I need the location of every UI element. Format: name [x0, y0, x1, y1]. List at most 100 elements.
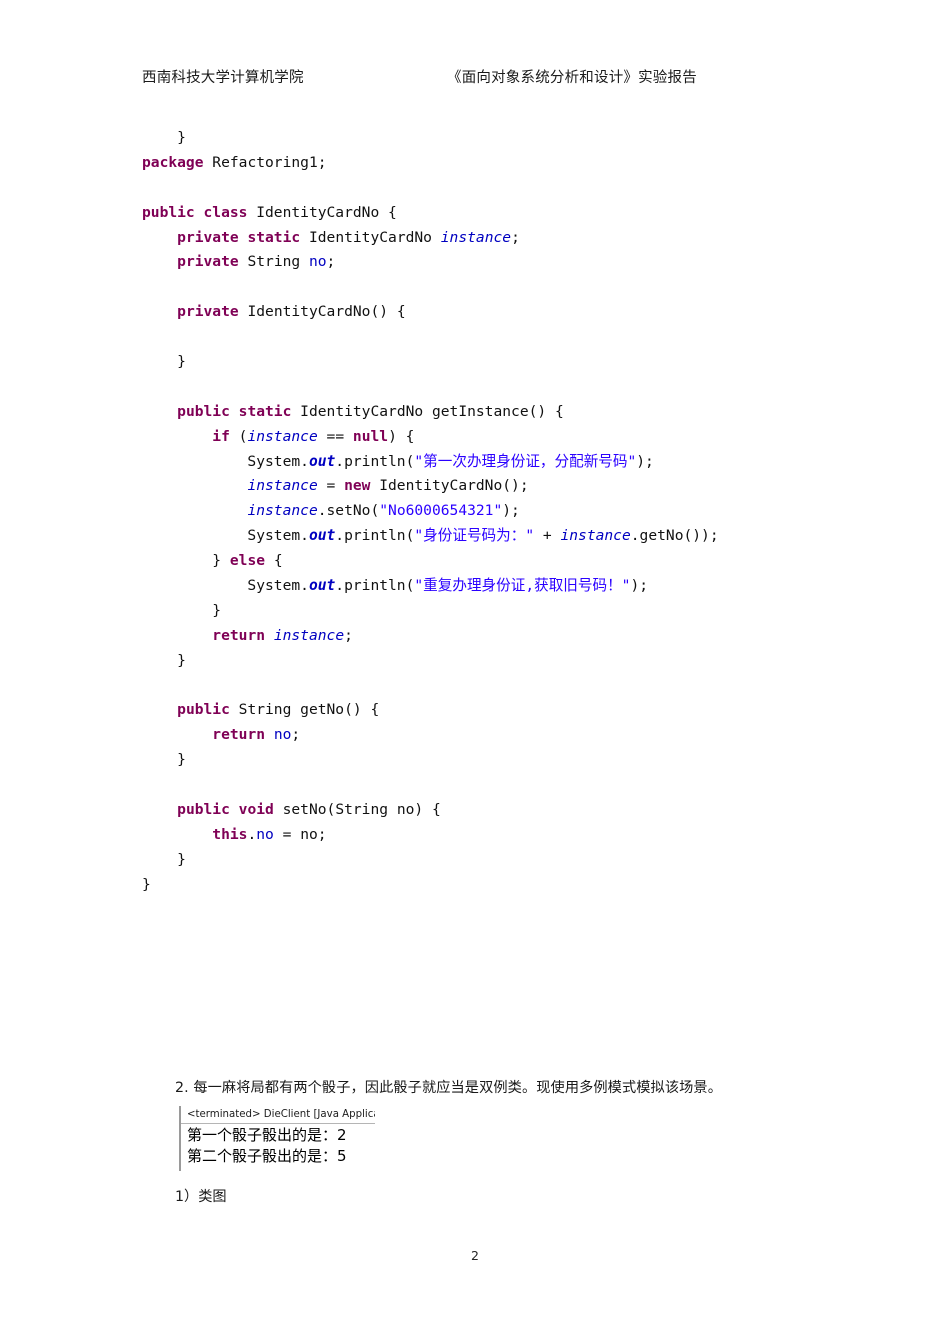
code-line: private static IdentityCardNo instance; [142, 226, 842, 251]
code-token: public class [142, 203, 248, 221]
code-line: } [142, 649, 842, 674]
console-output-lines: 第一个骰子骰出的是：2 第二个骰子骰出的是：5 [181, 1124, 375, 1167]
code-token: } [142, 601, 222, 619]
code-token: instance [440, 228, 512, 246]
code-line: instance = new IdentityCardNo(); [142, 474, 842, 499]
code-token: System. [142, 452, 309, 470]
document-header: 西南科技大学计算机学院 《面向对象系统分析和设计》实验报告 [142, 66, 808, 87]
header-institution: 西南科技大学计算机学院 [142, 70, 304, 86]
code-token: "重复办理身份证,获取旧号码！" [414, 577, 631, 595]
code-token: no [308, 253, 327, 271]
code-token: instance [560, 527, 631, 545]
code-line: } [142, 873, 842, 898]
code-token: } [142, 751, 186, 769]
code-token: package [142, 153, 204, 171]
code-token: out [308, 452, 336, 470]
code-token: public static [177, 402, 292, 420]
code-token: IdentityCardNo(); [370, 477, 529, 495]
code-line: } [142, 748, 842, 773]
code-line: System.out.println("第一次办理身份证，分配新号码"); [142, 450, 842, 475]
code-token: System. [142, 577, 309, 595]
code-token: return [212, 726, 266, 744]
code-token: IdentityCardNo() { [238, 303, 406, 321]
code-token: ); [630, 577, 649, 595]
code-token: } [142, 552, 230, 570]
code-line: public String getNo() { [142, 698, 842, 723]
code-token: instance [273, 626, 345, 644]
code-token: } [142, 850, 186, 868]
code-token: out [308, 577, 336, 595]
code-token: ; [344, 626, 353, 644]
console-line: 第二个骰子骰出的是：5 [187, 1147, 347, 1165]
code-token: { [265, 552, 283, 570]
code-token: "身份证号码为：" [414, 527, 535, 545]
code-token: System. [142, 527, 309, 545]
code-token: .println( [335, 577, 415, 595]
code-token: } [142, 651, 186, 669]
java-code-listing: } package Refactoring1; public class Iden… [142, 126, 842, 898]
code-token: new [344, 477, 371, 495]
code-token: if [212, 427, 230, 445]
code-token: ( [229, 427, 248, 445]
code-token: no [396, 801, 415, 819]
code-token: } [142, 353, 186, 371]
code-token: IdentityCardNo getInstance() { [291, 402, 564, 420]
code-token: String [238, 253, 309, 271]
code-token: ); [636, 452, 654, 470]
code-token: } [142, 875, 151, 893]
code-token: this [212, 825, 248, 843]
code-line: } [142, 599, 842, 624]
code-token: + [534, 527, 561, 545]
code-token: . [247, 825, 257, 843]
code-token: out [308, 527, 336, 545]
code-token: ; [317, 825, 327, 843]
code-line: if (instance == null) { [142, 425, 842, 450]
code-line: public class IdentityCardNo { [142, 201, 842, 226]
code-token: } [142, 129, 186, 146]
code-token: ) { [414, 801, 441, 819]
code-line: } [142, 126, 842, 151]
code-token: ) { [388, 427, 415, 445]
code-token: .println( [335, 452, 415, 470]
code-token: private [177, 253, 239, 271]
code-line: } else { [142, 549, 842, 574]
code-line: return instance; [142, 624, 842, 649]
code-token: null [352, 427, 389, 445]
code-token: .setNo( [317, 502, 380, 520]
figure-caption: 1）类图 [175, 1189, 227, 1205]
code-line: this.no = no; [142, 823, 842, 848]
code-token: IdentityCardNo { [247, 203, 397, 221]
code-line: System.out.println("重复办理身份证,获取旧号码！"); [142, 574, 842, 599]
code-line: return no; [142, 723, 842, 748]
exercise-question: 2. 每一麻将局都有两个骰子，因此骰子就应当是双例类。现使用多例模式模拟该场景。 [175, 1080, 722, 1096]
code-token: return [212, 626, 266, 644]
code-token: == [317, 427, 353, 445]
code-token: "No6000654321" [379, 502, 503, 520]
code-token: private static [177, 228, 301, 246]
header-course-title: 《面向对象系统分析和设计》实验报告 [447, 70, 697, 86]
code-line: private String no; [142, 250, 842, 275]
code-token: else [229, 552, 266, 570]
code-line: private IdentityCardNo() { [142, 300, 842, 325]
code-token: ); [502, 502, 520, 520]
code-token: ; [291, 726, 301, 744]
code-token: ; [326, 253, 336, 271]
console-output-screenshot: <terminated> DieClient [Java Applicatio … [179, 1106, 375, 1171]
page-number: 2 [471, 1248, 479, 1263]
code-token: no [300, 825, 318, 843]
code-token: Refactoring1; [203, 153, 327, 171]
code-token: .println( [335, 527, 415, 545]
